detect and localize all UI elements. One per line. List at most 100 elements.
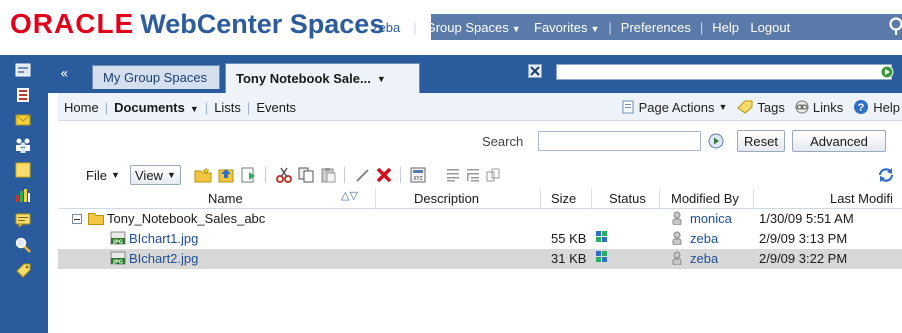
checkout-icon[interactable] bbox=[443, 165, 463, 185]
collapse-tabs-button[interactable]: « bbox=[60, 66, 69, 82]
upload-icon[interactable] bbox=[216, 165, 236, 185]
analytics-icon[interactable] bbox=[13, 185, 33, 205]
search-icon[interactable] bbox=[888, 16, 902, 36]
links-label: Links bbox=[812, 99, 844, 115]
search-icon[interactable] bbox=[13, 235, 33, 255]
chevron-down-icon: ▼ bbox=[110, 170, 120, 180]
links-link[interactable]: Links bbox=[795, 100, 843, 115]
tags-label: Tags bbox=[757, 99, 785, 115]
chevron-down-icon: ▼ bbox=[166, 170, 176, 180]
space-subnav: Home | Documents ▼ | Lists | Events Page … bbox=[58, 93, 902, 121]
column-size[interactable]: Size bbox=[551, 191, 576, 206]
nav-lists[interactable]: Lists bbox=[214, 100, 241, 115]
help-link[interactable]: ? Help bbox=[853, 99, 900, 115]
copy-icon[interactable] bbox=[296, 165, 316, 185]
nav-separator: | bbox=[246, 99, 251, 115]
lists-icon[interactable] bbox=[13, 85, 33, 105]
preferences-link[interactable]: Preferences bbox=[621, 20, 691, 35]
chevron-down-icon: ▼ bbox=[718, 102, 728, 112]
favorites-menu[interactable]: Favorites ▼ bbox=[534, 20, 599, 35]
tab-my-group-spaces[interactable]: My Group Spaces bbox=[92, 65, 220, 89]
view-menu[interactable]: View ▼ bbox=[130, 165, 181, 185]
last-modified-cell: 1/30/09 5:51 AM bbox=[759, 211, 854, 226]
tag-icon bbox=[737, 100, 753, 114]
nav-documents[interactable]: Documents ▼ bbox=[114, 100, 199, 115]
cut-icon[interactable] bbox=[274, 165, 294, 185]
go-arrow-icon[interactable] bbox=[708, 133, 724, 149]
file-name-link[interactable]: BIchart1.jpg bbox=[129, 231, 198, 246]
table-row[interactable]: JPG BIchart1.jpg 55 KB zeba 2/9/09 3:13 P… bbox=[58, 229, 902, 249]
collapse-toggle[interactable] bbox=[72, 214, 82, 224]
paste-icon[interactable] bbox=[318, 165, 338, 185]
checkin-icon[interactable] bbox=[463, 165, 483, 185]
refresh-icon[interactable] bbox=[876, 165, 896, 185]
new-folder-icon[interactable] bbox=[193, 165, 213, 185]
page-actions-menu[interactable]: Page Actions ▼ bbox=[621, 99, 728, 115]
status-cell bbox=[596, 231, 608, 246]
status-cell bbox=[596, 251, 608, 266]
go-arrow-icon[interactable] bbox=[880, 64, 894, 80]
last-modified-cell: 2/9/09 3:13 PM bbox=[759, 231, 848, 246]
notes-icon[interactable] bbox=[13, 160, 33, 180]
checked-in-icon bbox=[596, 231, 607, 242]
column-last-modified[interactable]: Last Modifi bbox=[830, 191, 893, 206]
product-name: WebCenter Spaces bbox=[140, 9, 385, 39]
document-toolbar: File ▼ View ▼ XYZ bbox=[58, 159, 902, 189]
svg-text:JPG: JPG bbox=[112, 260, 123, 266]
page-nav: Home | Documents ▼ | Lists | Events bbox=[64, 93, 296, 121]
page-icon bbox=[622, 100, 634, 114]
folder-row[interactable]: Tony_Notebook_Sales_abc monica 1/30/09 5… bbox=[58, 209, 902, 229]
jpg-file-icon: JPG bbox=[110, 231, 126, 245]
edit-icon[interactable] bbox=[352, 165, 372, 185]
file-cell: JPG BIchart1.jpg bbox=[110, 231, 198, 246]
mail-icon[interactable] bbox=[13, 110, 33, 130]
logout-link[interactable]: Logout bbox=[750, 20, 790, 35]
reset-button[interactable]: Reset bbox=[737, 130, 785, 152]
modified-by-link[interactable]: zeba bbox=[690, 231, 718, 246]
column-divider bbox=[659, 189, 660, 209]
column-modified-by[interactable]: Modified By bbox=[671, 191, 739, 206]
modified-by-link[interactable]: monica bbox=[690, 211, 732, 226]
group-spaces-menu[interactable]: Group Spaces ▼ bbox=[426, 20, 521, 35]
column-divider bbox=[753, 189, 754, 209]
chevron-down-icon[interactable]: ▼ bbox=[377, 74, 386, 84]
table-header: Name △▽ Description Size Status Modified… bbox=[58, 189, 902, 209]
tab-tony-notebook-sales[interactable]: Tony Notebook Sale... ▼ bbox=[225, 63, 420, 93]
home-icon[interactable] bbox=[13, 60, 33, 80]
modified-by-link[interactable]: zeba bbox=[690, 251, 718, 266]
people-icon[interactable] bbox=[13, 135, 33, 155]
tags-link[interactable]: Tags bbox=[737, 99, 785, 115]
top-nav-items: zeba | Group Spaces▼ | Favorites▼ | Pref… bbox=[372, 14, 790, 40]
column-description[interactable]: Description bbox=[414, 191, 479, 206]
search-input[interactable] bbox=[538, 131, 701, 151]
favorites-label: Favorites bbox=[534, 19, 588, 35]
svg-text:?: ? bbox=[858, 102, 865, 114]
tags-icon[interactable] bbox=[13, 260, 33, 280]
user-icon bbox=[672, 251, 682, 265]
size-cell: 31 KB bbox=[551, 251, 587, 266]
nav-events[interactable]: Events bbox=[256, 100, 296, 115]
discussions-icon[interactable] bbox=[13, 210, 33, 230]
sort-icon[interactable]: △▽ bbox=[341, 189, 358, 202]
left-rail bbox=[0, 55, 48, 333]
file-name-link[interactable]: BIchart2.jpg bbox=[129, 251, 198, 266]
jpg-file-icon: JPG bbox=[110, 251, 126, 265]
close-tab-icon[interactable] bbox=[528, 64, 542, 78]
column-status[interactable]: Status bbox=[609, 191, 646, 206]
properties-icon[interactable]: XYZ bbox=[408, 165, 428, 185]
advanced-search-button[interactable]: Advanced bbox=[792, 130, 886, 152]
file-menu[interactable]: File ▼ bbox=[82, 165, 124, 185]
modified-by-cell: zeba bbox=[671, 231, 718, 246]
table-row[interactable]: JPG BIchart2.jpg 31 KB zeba 2/9/09 3:22 P… bbox=[58, 249, 902, 269]
file-cell: JPG BIchart2.jpg bbox=[110, 251, 198, 266]
link-icon bbox=[795, 100, 809, 114]
delete-icon[interactable] bbox=[374, 165, 394, 185]
help-link[interactable]: Help bbox=[712, 20, 739, 35]
column-name[interactable]: Name bbox=[208, 191, 243, 206]
nav-home[interactable]: Home bbox=[64, 100, 99, 115]
nav-separator: | bbox=[204, 99, 209, 115]
page-actions-label: Page Actions bbox=[638, 99, 715, 115]
download-icon[interactable] bbox=[238, 165, 258, 185]
space-search-input[interactable] bbox=[556, 64, 892, 80]
move-icon[interactable] bbox=[483, 165, 503, 185]
